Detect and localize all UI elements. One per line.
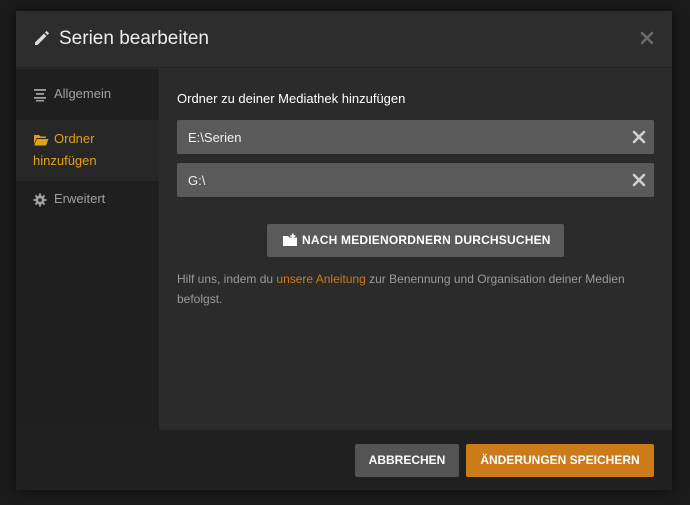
folder-path-input[interactable] bbox=[177, 120, 617, 154]
sidebar-item-erweitert[interactable]: Erweitert bbox=[16, 181, 159, 217]
folder-path-input[interactable] bbox=[177, 163, 617, 197]
folder-row bbox=[177, 163, 654, 197]
browse-media-folders-button[interactable]: NACH MEDIENORDNERN DURCHSUCHEN bbox=[267, 224, 564, 257]
list-lines-icon bbox=[34, 89, 46, 102]
gear-icon bbox=[33, 193, 47, 207]
pencil-icon bbox=[35, 30, 50, 45]
remove-folder-icon[interactable] bbox=[632, 130, 646, 144]
sidebar-item-label: Allgemein bbox=[54, 86, 112, 101]
edit-library-dialog: Serien bearbeiten Allgemein Ordner hinzu… bbox=[16, 11, 672, 490]
sidebar-item-allgemein[interactable]: Allgemein bbox=[16, 78, 159, 110]
remove-folder-icon[interactable] bbox=[632, 173, 646, 187]
sidebar-item-label: Ordner bbox=[54, 131, 95, 146]
dialog-sidebar: Allgemein Ordner hinzufügen Erweitert bbox=[16, 69, 159, 430]
section-label: Ordner zu deiner Mediathek hinzufügen bbox=[177, 91, 406, 106]
sidebar-item-ordner-hinzufuegen[interactable]: Ordner hinzufügen bbox=[16, 120, 159, 181]
dialog-footer: ABBRECHEN ÄNDERUNGEN SPEICHERN bbox=[16, 430, 672, 490]
close-icon[interactable] bbox=[639, 30, 655, 46]
hint-text: Hilf uns, indem du unsere Anleitung zur … bbox=[177, 269, 647, 309]
folder-open-icon bbox=[34, 135, 49, 146]
sidebar-item-label-line2: hinzufügen bbox=[33, 153, 97, 168]
save-changes-button[interactable]: ÄNDERUNGEN SPEICHERN bbox=[466, 444, 654, 477]
dialog-content: Ordner zu deiner Mediathek hinzufügen NA… bbox=[159, 69, 672, 430]
dialog-title: Serien bearbeiten bbox=[59, 28, 209, 49]
sidebar-item-label: Erweitert bbox=[54, 191, 106, 206]
guide-link[interactable]: unsere Anleitung bbox=[276, 272, 365, 286]
dialog-header: Serien bearbeiten bbox=[16, 11, 672, 68]
folder-row bbox=[177, 120, 654, 154]
hint-text-before: Hilf uns, indem du bbox=[177, 272, 277, 286]
browse-button-label: NACH MEDIENORDNERN DURCHSUCHEN bbox=[302, 233, 551, 247]
folder-add-icon bbox=[283, 233, 297, 246]
cancel-button[interactable]: ABBRECHEN bbox=[355, 444, 459, 477]
